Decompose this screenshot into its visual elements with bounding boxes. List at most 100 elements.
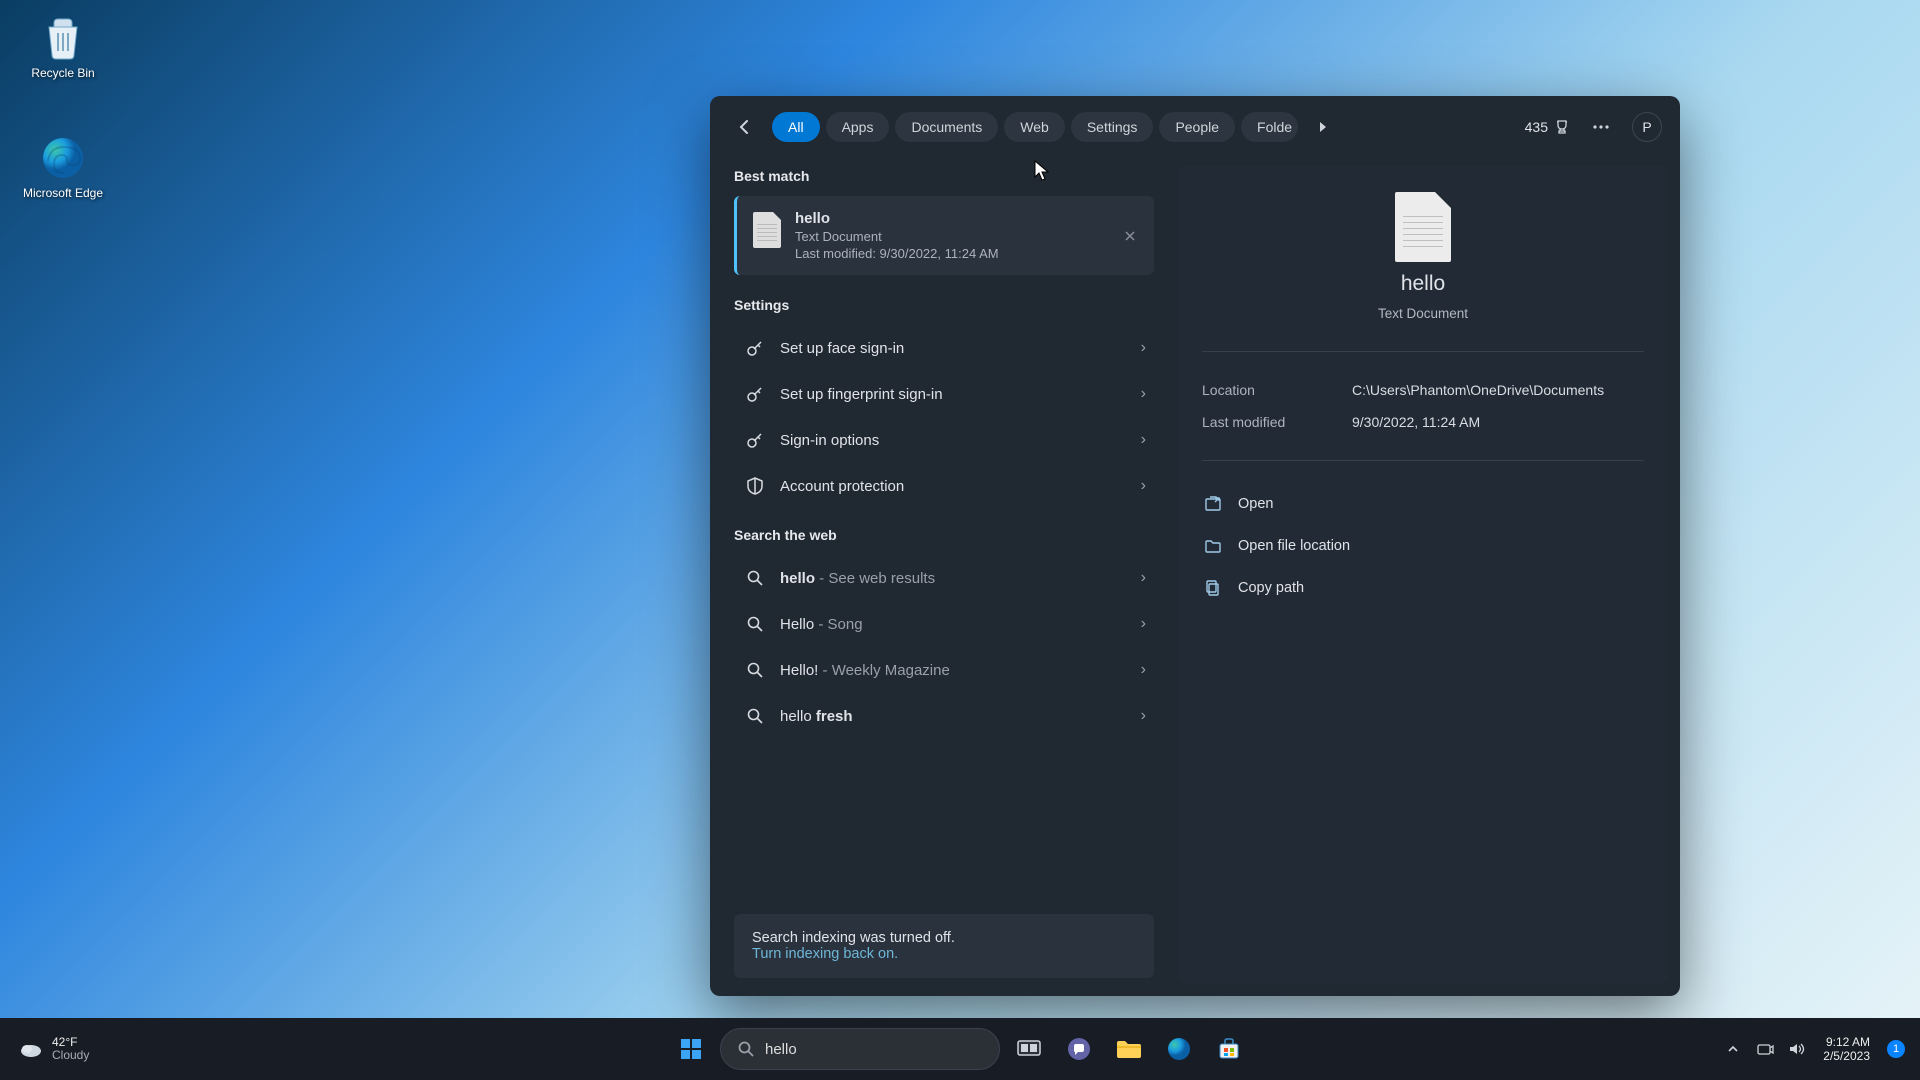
list-item-label: hello - See web results xyxy=(780,570,935,587)
store-icon xyxy=(1216,1036,1242,1062)
folder-icon xyxy=(1115,1037,1143,1061)
filter-pill-apps[interactable]: Apps xyxy=(826,112,890,142)
details-location-row: Location C:\Users\Phantom\OneDrive\Docum… xyxy=(1202,374,1644,406)
best-match-title: hello xyxy=(795,210,999,227)
weather-condition: Cloudy xyxy=(52,1049,89,1062)
desktop-icon-recycle-bin[interactable]: Recycle Bin xyxy=(18,14,108,80)
dismiss-best-match-button[interactable] xyxy=(1118,224,1142,248)
search-panel: All Apps Documents Web Settings People F… xyxy=(710,96,1680,996)
details-title: hello xyxy=(1401,272,1445,296)
taskbar: 42°F Cloudy xyxy=(0,1018,1920,1080)
settings-item-account-protection[interactable]: Account protection › xyxy=(734,463,1154,509)
close-icon xyxy=(1124,230,1136,242)
chevron-right-icon: › xyxy=(1141,569,1146,587)
best-match-result[interactable]: hello Text Document Last modified: 9/30/… xyxy=(734,196,1154,275)
chevron-right-icon: › xyxy=(1141,339,1146,357)
chevron-right-icon: › xyxy=(1141,431,1146,449)
tray-network-button[interactable] xyxy=(1751,1035,1779,1063)
separator xyxy=(1202,460,1644,461)
chevron-right-icon: › xyxy=(1141,615,1146,633)
section-header-best-match: Best match xyxy=(734,168,1154,184)
back-button[interactable] xyxy=(728,110,762,144)
taskbar-clock[interactable]: 9:12 AM 2/5/2023 xyxy=(1815,1035,1878,1064)
search-panel-header: All Apps Documents Web Settings People F… xyxy=(710,96,1680,158)
tray-overflow-button[interactable] xyxy=(1719,1035,1747,1063)
taskbar-app-taskview[interactable] xyxy=(1008,1028,1050,1070)
desktop-icon-label: Recycle Bin xyxy=(31,66,94,80)
wifi-icon xyxy=(1756,1041,1774,1057)
best-match-modified: Last modified: 9/30/2022, 11:24 AM xyxy=(795,246,999,261)
details-modified-value: 9/30/2022, 11:24 AM xyxy=(1352,414,1480,430)
action-copy-path[interactable]: Copy path xyxy=(1202,567,1644,609)
details-type: Text Document xyxy=(1378,306,1468,321)
indexing-notice-text: Search indexing was turned off. xyxy=(752,930,1136,946)
desktop-icon-edge[interactable]: Microsoft Edge xyxy=(18,134,108,200)
details-modified-label: Last modified xyxy=(1202,414,1352,430)
edge-icon xyxy=(1166,1036,1192,1062)
action-open-file-location[interactable]: Open file location xyxy=(1202,525,1644,567)
clock-time: 9:12 AM xyxy=(1826,1035,1870,1049)
best-match-type: Text Document xyxy=(795,229,999,244)
search-icon xyxy=(737,1040,755,1058)
start-button[interactable] xyxy=(670,1028,712,1070)
filter-pill-folders[interactable]: Folde xyxy=(1241,112,1298,142)
tray-volume-button[interactable] xyxy=(1783,1035,1811,1063)
filters-scroll-right-icon[interactable] xyxy=(1308,112,1338,142)
details-location-value: C:\Users\Phantom\OneDrive\Documents xyxy=(1352,382,1604,398)
recycle-bin-icon xyxy=(39,14,87,62)
shield-icon xyxy=(744,475,766,497)
folder-icon xyxy=(1202,535,1224,557)
action-label: Open file location xyxy=(1238,538,1350,554)
indexing-turn-on-link[interactable]: Turn indexing back on. xyxy=(752,946,898,962)
web-item-song[interactable]: Hello - Song › xyxy=(734,601,1154,647)
filter-pill-people[interactable]: People xyxy=(1159,112,1235,142)
taskview-icon xyxy=(1016,1038,1042,1060)
filter-pill-all[interactable]: All xyxy=(772,112,820,142)
list-item-label: Hello! - Weekly Magazine xyxy=(780,662,950,679)
web-item-magazine[interactable]: Hello! - Weekly Magazine › xyxy=(734,647,1154,693)
search-icon xyxy=(744,659,766,681)
results-column: Best match hello Text Document Last modi… xyxy=(710,158,1172,996)
notification-count-badge: 1 xyxy=(1887,1040,1905,1058)
taskbar-weather[interactable]: 42°F Cloudy xyxy=(10,1032,97,1066)
section-header-web: Search the web xyxy=(734,527,1154,543)
section-header-settings: Settings xyxy=(734,297,1154,313)
more-options-button[interactable] xyxy=(1586,112,1616,142)
list-item-label: Set up fingerprint sign-in xyxy=(780,386,943,403)
settings-item-signin-options[interactable]: Sign-in options › xyxy=(734,417,1154,463)
action-label: Copy path xyxy=(1238,580,1304,596)
search-icon xyxy=(744,567,766,589)
filter-pill-web[interactable]: Web xyxy=(1004,112,1065,142)
edge-icon xyxy=(39,134,87,182)
list-item-label: hello fresh xyxy=(780,708,853,725)
rewards-points-value: 435 xyxy=(1525,119,1548,135)
notifications-button[interactable]: 1 xyxy=(1882,1035,1910,1063)
key-icon xyxy=(744,429,766,451)
taskbar-app-edge[interactable] xyxy=(1158,1028,1200,1070)
filter-pill-settings[interactable]: Settings xyxy=(1071,112,1154,142)
settings-item-fingerprint-signin[interactable]: Set up fingerprint sign-in › xyxy=(734,371,1154,417)
search-icon xyxy=(744,613,766,635)
chevron-right-icon: › xyxy=(1141,661,1146,679)
chat-icon xyxy=(1066,1036,1092,1062)
taskbar-app-explorer[interactable] xyxy=(1108,1028,1150,1070)
web-item-see-results[interactable]: hello - See web results › xyxy=(734,555,1154,601)
settings-item-face-signin[interactable]: Set up face sign-in › xyxy=(734,325,1154,371)
weather-icon xyxy=(18,1036,44,1062)
details-location-label: Location xyxy=(1202,382,1352,398)
volume-icon xyxy=(1788,1041,1806,1057)
action-open[interactable]: Open xyxy=(1202,483,1644,525)
taskbar-search-input[interactable] xyxy=(765,1041,983,1058)
filter-pill-documents[interactable]: Documents xyxy=(895,112,998,142)
profile-button[interactable]: P xyxy=(1632,112,1662,142)
list-item-label: Account protection xyxy=(780,478,904,495)
web-item-fresh[interactable]: hello fresh › xyxy=(734,693,1154,739)
taskbar-search[interactable] xyxy=(720,1028,1000,1070)
separator xyxy=(1202,351,1644,352)
key-icon xyxy=(744,337,766,359)
key-icon xyxy=(744,383,766,405)
document-icon xyxy=(753,212,781,248)
rewards-points[interactable]: 435 xyxy=(1525,119,1570,135)
taskbar-app-chat[interactable] xyxy=(1058,1028,1100,1070)
taskbar-app-store[interactable] xyxy=(1208,1028,1250,1070)
